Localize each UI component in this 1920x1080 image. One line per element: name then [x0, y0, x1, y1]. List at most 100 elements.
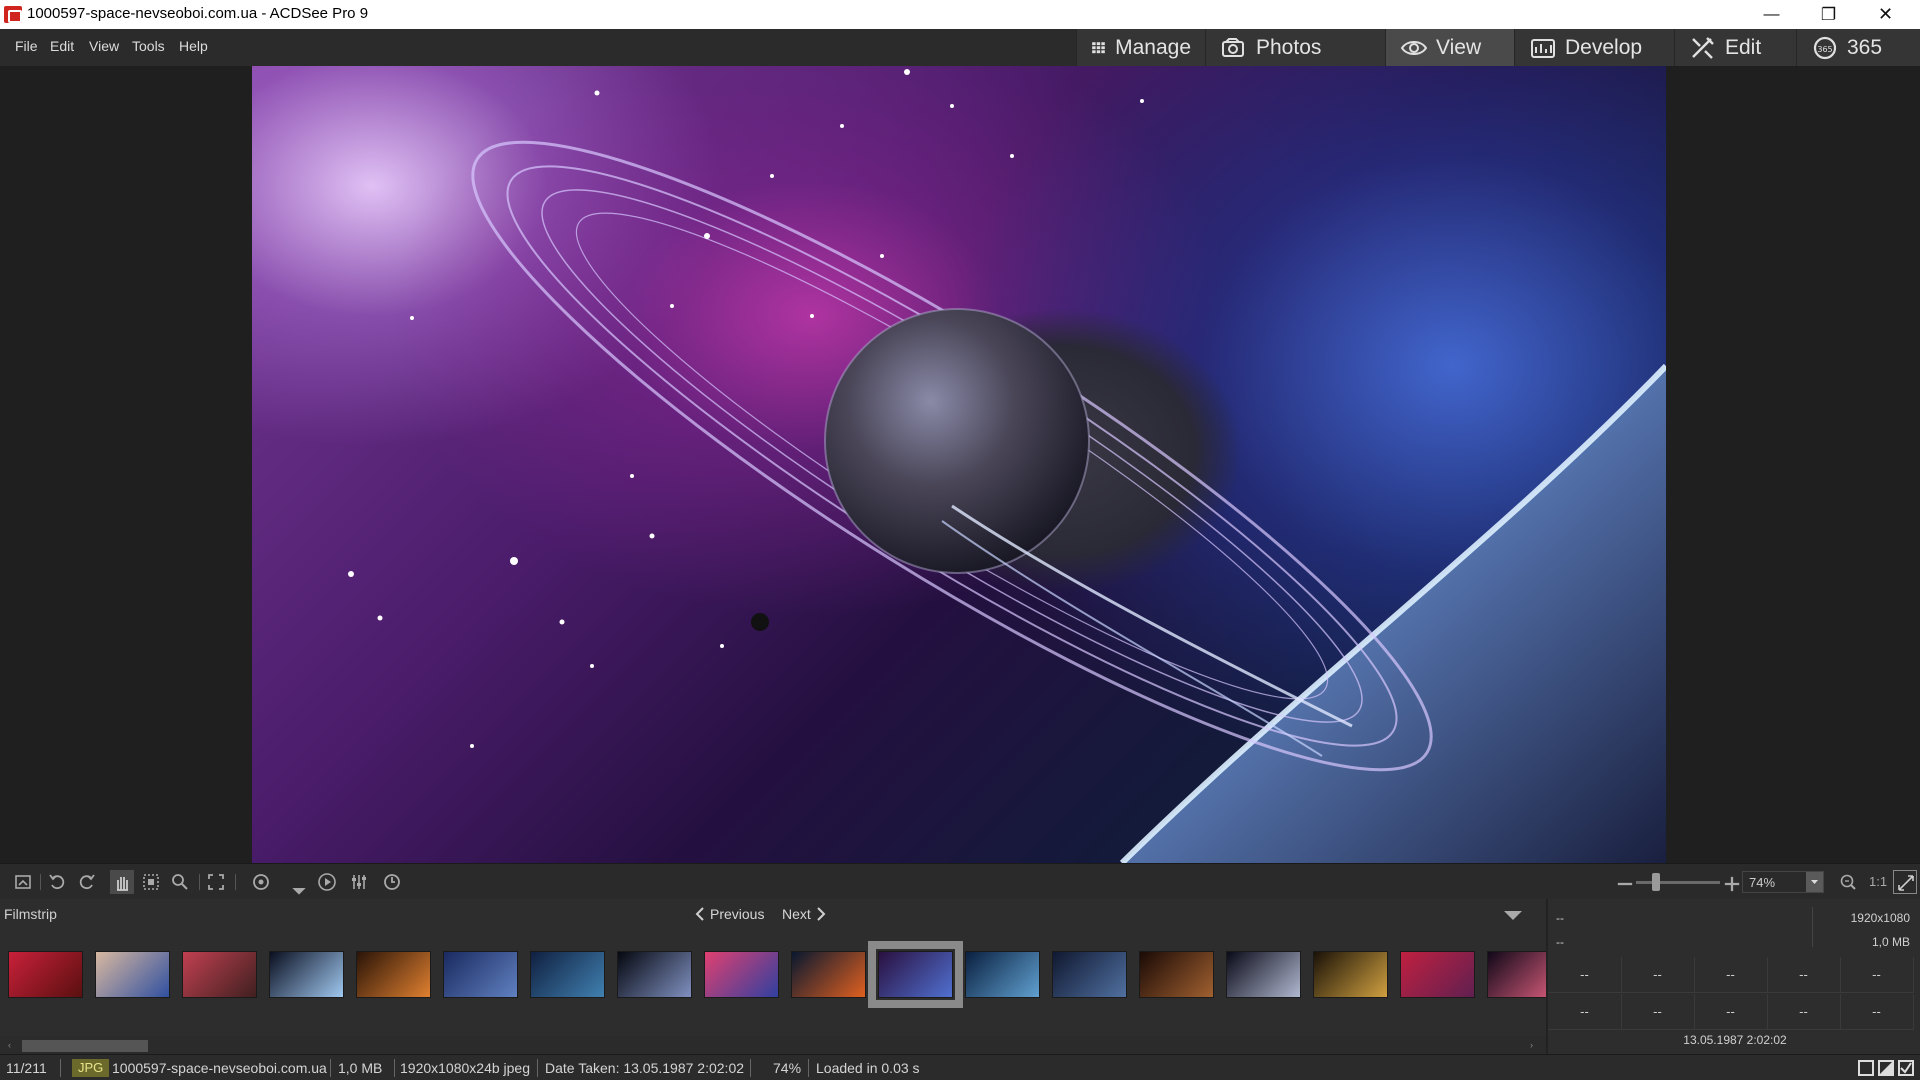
filmstrip-thumbnail-galaxy-pink[interactable] [704, 951, 779, 998]
edit-icon [1692, 36, 1714, 59]
chevron-right-icon [817, 907, 826, 921]
mode-develop-button[interactable]: Develop [1514, 29, 1674, 66]
zoom-tool-icon[interactable] [170, 872, 190, 892]
zoom-slider-track[interactable] [1636, 881, 1720, 884]
mode-develop-label: Develop [1565, 35, 1643, 59]
toolbar-separator [235, 874, 236, 890]
view-mode-check-icon[interactable] [1898, 1060, 1914, 1076]
exif-cell: -- [1548, 994, 1622, 1030]
timer-icon[interactable] [382, 872, 402, 892]
mode-photos-label: Photos [1256, 35, 1322, 59]
exif-cell: -- [1694, 957, 1768, 993]
status-position: 11/211 [6, 1060, 47, 1076]
filmstrip-scrollbar[interactable]: ‹ › [0, 1036, 1546, 1054]
chevron-down-icon [1811, 880, 1818, 884]
view-mode-normal-icon[interactable] [1858, 1060, 1874, 1076]
filmstrip-thumbnail-helix-eye[interactable] [791, 951, 866, 998]
status-separator [750, 1059, 751, 1077]
svg-text:365: 365 [1817, 45, 1832, 54]
filmstrip-thumbnail-red-nebula[interactable] [1400, 951, 1475, 998]
info-field: -- [1556, 911, 1564, 925]
filmstrip-thumbnail-earth-horizon-dark[interactable] [269, 951, 344, 998]
chevron-left-icon [695, 907, 704, 921]
zoom-in-icon[interactable] [1722, 874, 1740, 892]
filmstrip-collapse-icon[interactable] [1503, 909, 1523, 921]
next-button[interactable]: Next [782, 906, 827, 922]
mode-manage-label: Manage [1115, 35, 1191, 59]
acdsee-app-icon [4, 6, 22, 23]
filmstrip-label: Filmstrip [4, 906, 57, 922]
filmstrip-thumbnail-mars-red-sky[interactable] [182, 951, 257, 998]
menu-file[interactable]: File [15, 38, 38, 54]
filmstrip-thumbnail-planets-orange[interactable] [1139, 951, 1214, 998]
status-bar: 11/211 JPG 1000597-space-nevseoboi.com.u… [0, 1054, 1920, 1080]
mode-365-button[interactable]: 365 365 [1796, 29, 1920, 66]
filmstrip-thumbnail-current-saturn[interactable] [868, 941, 963, 1008]
exif-cell: -- [1694, 994, 1768, 1030]
menu-tools[interactable]: Tools [132, 38, 165, 54]
filmstrip-thumbnail-earth-sunrise[interactable] [965, 951, 1040, 998]
adjust-sliders-icon[interactable] [349, 872, 369, 892]
zoom-fit-icon[interactable] [1838, 872, 1858, 892]
toolbar-separator [199, 874, 200, 890]
hand-tool-icon[interactable] [110, 870, 134, 894]
close-button[interactable]: ✕ [1857, 0, 1914, 29]
scroll-right-icon[interactable]: › [1530, 1040, 1533, 1050]
zoom-dropdown-button[interactable] [1806, 872, 1823, 892]
maximize-button[interactable]: ❐ [1800, 0, 1857, 29]
play-slideshow-icon[interactable] [317, 872, 337, 892]
filmstrip-panel: Filmstrip Previous Next ‹ › [0, 899, 1562, 1054]
rotate-left-icon[interactable] [47, 872, 67, 892]
scroll-left-icon[interactable]: ‹ [8, 1040, 11, 1050]
menu-bar: File Edit View Tools Help Manage Photos … [0, 29, 1920, 66]
next-label: Next [782, 906, 811, 922]
fullscreen-icon[interactable] [206, 872, 226, 892]
image-viewer[interactable] [0, 66, 1920, 863]
scrollbar-thumb[interactable] [22, 1040, 148, 1052]
filmstrip-thumbnail-ringed-planet-blue[interactable] [1052, 951, 1127, 998]
filmstrip-thumbnail-earth-blue[interactable] [530, 951, 605, 998]
zoom-out-icon[interactable] [1615, 874, 1633, 888]
zoom-slider-thumb[interactable] [1652, 873, 1660, 891]
select-tool-icon[interactable] [141, 872, 161, 892]
menu-edit[interactable]: Edit [50, 38, 74, 54]
view-mode-split-icon[interactable] [1878, 1060, 1894, 1076]
mode-manage-button[interactable]: Manage [1076, 29, 1205, 66]
fit-to-window-icon[interactable] [1893, 870, 1917, 894]
mode-view-button[interactable]: View [1385, 29, 1514, 66]
title-bar: 1000597-space-nevseoboi.com.ua - ACDSee … [0, 0, 1920, 29]
develop-icon [1531, 38, 1555, 58]
filmstrip-thumbnail-red-planet[interactable] [8, 951, 83, 998]
status-separator [60, 1059, 61, 1077]
image-filesize: 1,0 MB [1871, 935, 1910, 949]
menu-view[interactable]: View [89, 38, 119, 54]
exif-cell: -- [1840, 994, 1914, 1030]
menu-help[interactable]: Help [179, 38, 208, 54]
mode-photos-button[interactable]: Photos [1205, 29, 1385, 66]
status-zoom: 74% [773, 1060, 802, 1076]
filmstrip-thumbnail-blue-nebula-ground[interactable] [443, 951, 518, 998]
filmstrip-thumbnail-moon-surface[interactable] [1226, 951, 1301, 998]
filmstrip-thumbnail-cratered-moon[interactable] [95, 951, 170, 998]
filmstrip-thumbnail-orange-horizon[interactable] [356, 951, 431, 998]
color-wheel-icon[interactable] [251, 872, 271, 892]
filmstrip-thumbnail-planet-crescent[interactable] [617, 951, 692, 998]
date-taken: 13.05.1987 2:02:02 [1683, 1033, 1787, 1047]
mode-edit-button[interactable]: Edit [1674, 29, 1796, 66]
exif-cell: -- [1840, 957, 1914, 993]
file-type-badge: JPG [72, 1059, 110, 1077]
acdsee-365-icon: 365 [1813, 36, 1837, 59]
browse-icon[interactable] [14, 872, 34, 892]
actual-size-button[interactable]: 1:1 [1869, 874, 1887, 889]
exif-cell: -- [1548, 957, 1622, 993]
chevron-down-icon[interactable] [289, 878, 306, 895]
mode-edit-label: Edit [1725, 35, 1762, 59]
rotate-right-icon[interactable] [77, 872, 97, 892]
displayed-photo[interactable] [252, 66, 1666, 863]
info-divider [1812, 907, 1813, 947]
filmstrip-thumbnail-galaxy-yellow[interactable] [1313, 951, 1388, 998]
previous-button[interactable]: Previous [694, 906, 764, 922]
minimize-button[interactable]: — [1743, 0, 1800, 29]
photos-icon [1222, 37, 1244, 57]
status-load-time: Loaded in 0.03 s [816, 1060, 920, 1076]
